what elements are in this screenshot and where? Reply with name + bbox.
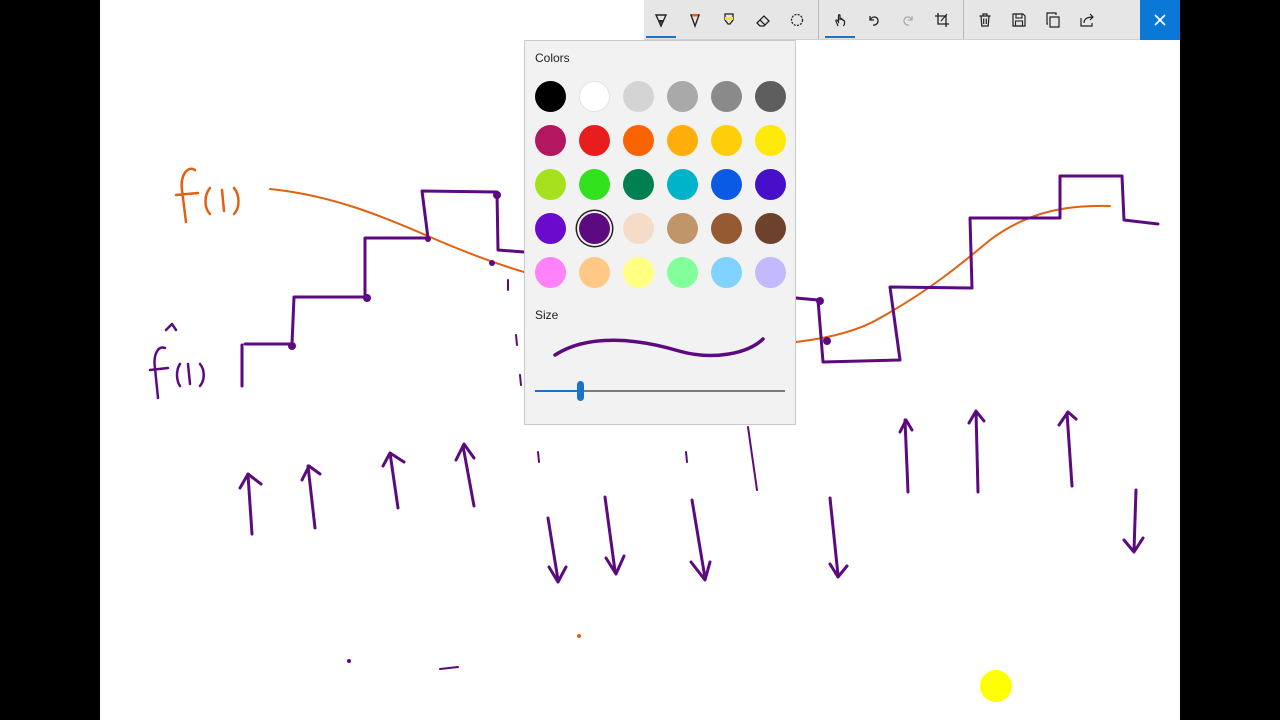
close-icon xyxy=(1154,14,1166,26)
undo-button[interactable] xyxy=(857,0,891,40)
color-swatch-27[interactable] xyxy=(623,257,654,288)
color-swatch-10[interactable] xyxy=(667,125,698,156)
color-swatch-21[interactable] xyxy=(623,213,654,244)
copy-button[interactable] xyxy=(1036,0,1070,40)
color-swatch-15[interactable] xyxy=(623,169,654,200)
colors-heading: Colors xyxy=(535,51,570,65)
color-swatch-19[interactable] xyxy=(535,213,566,244)
color-swatch-20[interactable] xyxy=(579,213,610,244)
color-swatch-26[interactable] xyxy=(579,257,610,288)
color-swatch-2[interactable] xyxy=(579,81,610,112)
share-icon xyxy=(1080,13,1094,27)
eraser-button[interactable] xyxy=(746,0,780,40)
color-swatch-23[interactable] xyxy=(711,213,742,244)
pen-color-flyout: Colors Size xyxy=(524,40,796,425)
redo-icon xyxy=(903,16,913,26)
delete-button[interactable] xyxy=(968,0,1002,40)
trash-icon xyxy=(979,13,991,27)
lasso-icon xyxy=(790,13,804,27)
color-swatch-16[interactable] xyxy=(667,169,698,200)
ink-orange-curve-right xyxy=(795,204,1111,343)
stroke-preview-line xyxy=(553,337,765,358)
ballpoint-pen-icon xyxy=(654,14,668,28)
stroke-size-preview xyxy=(553,337,765,358)
size-slider[interactable] xyxy=(535,381,785,401)
eraser-icon xyxy=(756,15,770,27)
toolbar-separator xyxy=(818,0,819,39)
save-icon xyxy=(1012,13,1026,27)
color-swatch-14[interactable] xyxy=(579,169,610,200)
color-swatch-5[interactable] xyxy=(711,81,742,112)
touch-writing-button[interactable] xyxy=(823,0,857,40)
color-swatch-8[interactable] xyxy=(579,125,610,156)
save-button[interactable] xyxy=(1002,0,1036,40)
color-swatch-18[interactable] xyxy=(755,169,786,200)
share-button[interactable] xyxy=(1070,0,1104,40)
crop-icon xyxy=(935,13,949,27)
color-swatch-3[interactable] xyxy=(623,81,654,112)
ink-label-f-hat-of-t xyxy=(148,322,205,400)
ink-label-f-of-t xyxy=(174,167,240,224)
color-swatch-7[interactable] xyxy=(535,125,566,156)
color-swatch-29[interactable] xyxy=(711,257,742,288)
color-swatch-24[interactable] xyxy=(755,213,786,244)
color-swatch-4[interactable] xyxy=(667,81,698,112)
size-slider-fill xyxy=(535,390,580,392)
size-slider-thumb[interactable] xyxy=(577,381,584,401)
close-button[interactable] xyxy=(1140,0,1180,40)
undo-icon xyxy=(869,16,879,26)
touch-writing-icon xyxy=(835,14,846,27)
color-swatch-11[interactable] xyxy=(711,125,742,156)
color-swatch-13[interactable] xyxy=(535,169,566,200)
color-swatch-1[interactable] xyxy=(535,81,566,112)
highlighter-button[interactable] xyxy=(712,0,746,40)
color-swatch-17[interactable] xyxy=(711,169,742,200)
size-heading: Size xyxy=(535,308,559,322)
highlighter-icon xyxy=(724,13,734,25)
toolbar-separator xyxy=(963,0,964,39)
color-swatch-28[interactable] xyxy=(667,257,698,288)
ink-yellow-dot xyxy=(980,670,1012,702)
color-swatch-12[interactable] xyxy=(755,125,786,156)
color-swatch-grid xyxy=(535,81,799,288)
ink-orange-curve-left xyxy=(269,188,525,273)
color-swatch-9[interactable] xyxy=(623,125,654,156)
lasso-button[interactable] xyxy=(780,0,814,40)
redo-button[interactable] xyxy=(891,0,925,40)
ink-arrows-up xyxy=(238,409,1078,536)
ink-orange-dot xyxy=(577,634,581,638)
color-swatch-6[interactable] xyxy=(755,81,786,112)
pencil-icon xyxy=(690,14,700,28)
ink-staircase-right xyxy=(794,174,1160,364)
color-swatch-30[interactable] xyxy=(755,257,786,288)
ink-arrows-down xyxy=(546,488,1145,584)
ballpoint-pen-button[interactable] xyxy=(644,0,678,40)
pencil-button[interactable] xyxy=(678,0,712,40)
color-swatch-22[interactable] xyxy=(667,213,698,244)
crop-button[interactable] xyxy=(925,0,959,40)
copy-icon xyxy=(1046,12,1060,28)
ink-toolbar xyxy=(644,0,1180,40)
color-swatch-25[interactable] xyxy=(535,257,566,288)
ink-staircase-left xyxy=(240,189,526,388)
